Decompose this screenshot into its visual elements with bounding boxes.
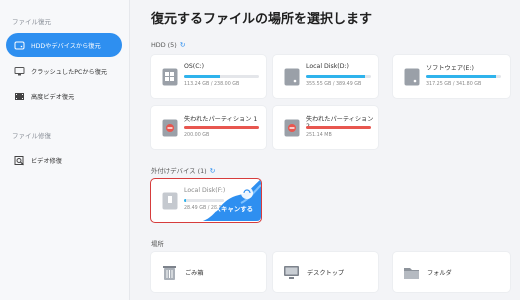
folder-icon <box>404 268 419 279</box>
drive-card-lost-2[interactable]: 失われたパーティション 2 251.14 MB <box>273 106 378 149</box>
drive-card-e[interactable]: ソフトウェア(E:) 317.25 GB / 341.80 GB <box>393 55 510 98</box>
section-file-recovery: ファイル復元 <box>12 18 51 26</box>
video-repair-icon <box>14 155 25 166</box>
sidebar-item-label: 高度ビデオ復元 <box>31 93 75 101</box>
location-label: デスクトップ <box>307 270 345 277</box>
scan-label: スキャンする <box>214 205 253 213</box>
usage-bar <box>426 75 501 78</box>
location-label: ごみ箱 <box>185 270 204 277</box>
usage-bar <box>184 126 259 129</box>
usage-bar <box>184 75 259 78</box>
drive-name: 失われたパーティション 1 <box>184 116 258 123</box>
sidebar-item-crashed-pc[interactable]: クラッシュしたPCから復元 <box>6 59 122 83</box>
scan-button[interactable]: スキャンする <box>199 179 261 221</box>
drive-icon <box>14 40 25 51</box>
refresh-icon[interactable]: ↻ <box>210 167 216 175</box>
location-recycle-bin[interactable]: ごみ箱 <box>151 252 266 292</box>
drive-card-c[interactable]: OS(C:) 113.24 GB / 238.00 GB <box>151 55 266 98</box>
location-desktop[interactable]: デスクトップ <box>273 252 378 292</box>
drive-usage: 355.55 GB / 389.49 GB <box>306 82 362 87</box>
sidebar-item-video-repair[interactable]: ビデオ修復 <box>6 148 122 172</box>
location-section-label: 場所 <box>151 239 164 248</box>
drive-name: Local Disk(D:) <box>306 63 349 70</box>
drive-usage: 251.14 MB <box>306 133 332 138</box>
sidebar-item-label: HDDやデバイスから復元 <box>31 42 101 50</box>
drive-name: ソフトウェア(E:) <box>426 65 474 72</box>
trash-icon <box>163 266 176 280</box>
monitor-icon <box>14 66 25 77</box>
section-file-repair: ファイル修復 <box>12 132 51 140</box>
external-section-text: 外付けデバイス (1) <box>151 167 207 175</box>
location-section-text: 場所 <box>151 240 164 248</box>
scan-wave-shape <box>202 179 261 221</box>
drive-name: OS(C:) <box>184 63 205 70</box>
sidebar-item-video-recovery[interactable]: 高度ビデオ復元 <box>6 84 122 108</box>
drive-card-f[interactable]: Local Disk(F:) 28.49 GB / 28.6... スキャンする <box>150 178 262 223</box>
lost-partition-icon <box>162 119 178 137</box>
page-title: 復元するファイルの場所を選択します <box>151 12 373 27</box>
usage-fill <box>184 126 259 129</box>
location-label: フォルダ <box>427 270 452 277</box>
usage-fill <box>306 126 371 129</box>
usage-fill <box>426 75 496 78</box>
windows-drive-icon <box>162 68 178 86</box>
hdd-section-text: HDD (5) <box>151 41 177 49</box>
sidebar-item-label: クラッシュしたPCから復元 <box>31 68 108 76</box>
sidebar-item-hdd-recovery[interactable]: HDDやデバイスから復元 <box>6 33 122 57</box>
drive-card-d[interactable]: Local Disk(D:) 355.55 GB / 389.49 GB <box>273 55 378 98</box>
usage-bar <box>306 126 371 129</box>
drive-usage: 317.25 GB / 341.80 GB <box>426 82 482 87</box>
usage-fill <box>184 199 186 202</box>
sidebar-item-label: ビデオ修復 <box>31 157 62 165</box>
lost-partition-icon <box>284 119 300 137</box>
drive-usage: 200.00 GB <box>184 133 210 138</box>
usage-fill <box>184 75 220 78</box>
hard-drive-icon <box>284 68 300 86</box>
drive-usage: 113.24 GB / 238.00 GB <box>184 82 240 87</box>
refresh-icon[interactable]: ↻ <box>180 41 186 49</box>
hard-drive-icon <box>404 68 420 86</box>
hdd-section-label: HDD (5) ↻ <box>151 41 186 49</box>
desktop-icon <box>284 266 299 279</box>
film-icon <box>14 91 25 102</box>
location-folder[interactable]: フォルダ <box>393 252 510 292</box>
usb-drive-icon <box>162 192 178 210</box>
usage-bar <box>306 75 371 78</box>
drive-card-lost-1[interactable]: 失われたパーティション 1 200.00 GB <box>151 106 266 149</box>
external-section-label: 外付けデバイス (1) ↻ <box>151 166 216 176</box>
usage-fill <box>306 75 366 78</box>
main-panel: 復元するファイルの場所を選択します HDD (5) ↻ OS(C:) 113.2… <box>130 0 520 300</box>
sidebar: ファイル復元 HDDやデバイスから復元 クラッシュしたPCから復元 高度ビデオ復… <box>0 0 130 300</box>
